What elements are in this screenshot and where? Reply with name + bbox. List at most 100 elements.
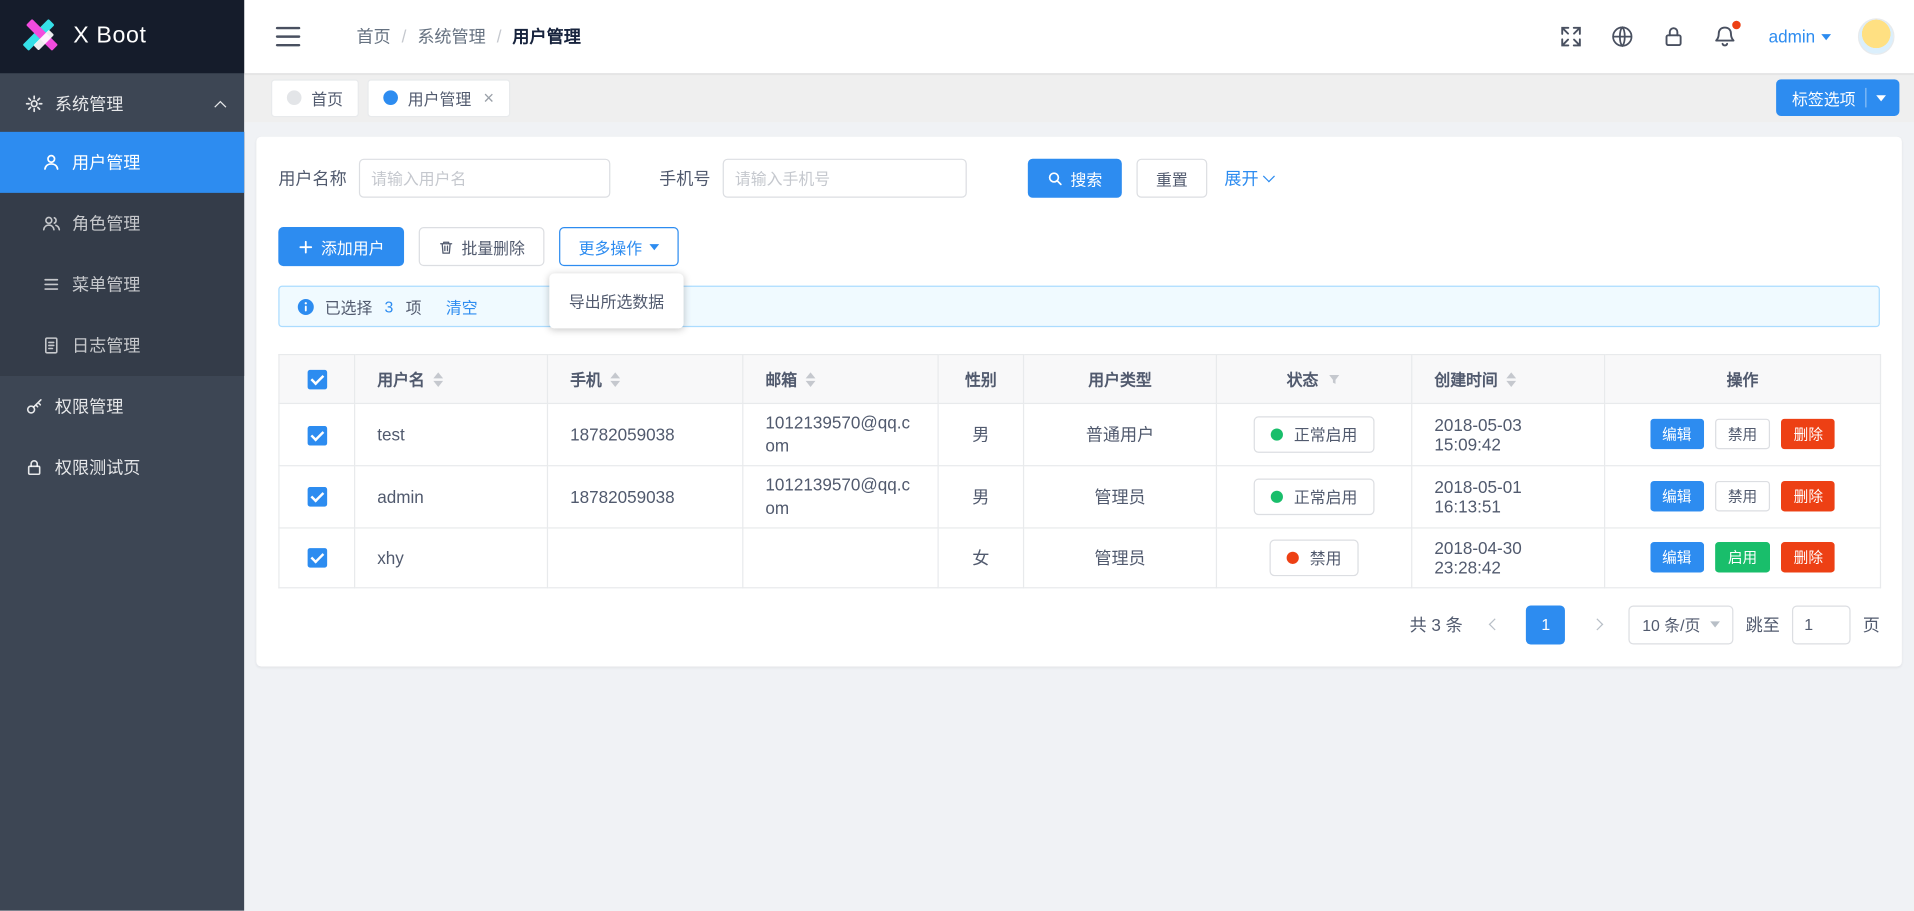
disable-button[interactable]: 禁用 <box>1716 481 1770 512</box>
tab-user-management[interactable]: 用户管理 × <box>367 79 510 117</box>
delete-button[interactable]: 删除 <box>1781 481 1835 512</box>
batch-delete-button[interactable]: 批量删除 <box>419 227 545 266</box>
expand-link-label: 展开 <box>1224 166 1258 190</box>
cell-email: 1012139570@qq.com <box>743 403 938 465</box>
delete-button[interactable]: 删除 <box>1781 542 1835 573</box>
more-actions-dropdown-wrap: 更多操作 导出所选数据 <box>559 227 679 266</box>
search-icon <box>1047 170 1063 186</box>
sidebar-group-system[interactable]: 系统管理 <box>0 76 244 132</box>
table-row: admin 18782059038 1012139570@qq.com 男 管理… <box>279 465 1881 527</box>
breadcrumb-separator: / <box>402 27 407 47</box>
tab-home[interactable]: 首页 <box>271 79 359 117</box>
chevron-down-icon <box>1710 621 1720 627</box>
lock-icon[interactable] <box>1661 24 1685 48</box>
reset-button[interactable]: 重置 <box>1136 159 1207 198</box>
breadcrumb-item-home[interactable]: 首页 <box>356 24 390 48</box>
cell-created: 2018-04-30 23:28:42 <box>1412 527 1605 587</box>
sidebar-item-roles[interactable]: 角色管理 <box>0 193 244 254</box>
more-actions-button[interactable]: 更多操作 <box>559 227 679 266</box>
chevron-right-icon <box>1591 618 1603 630</box>
cell-user-type: 管理员 <box>1024 465 1217 527</box>
lock-icon <box>24 458 44 478</box>
sort-icon[interactable] <box>806 372 816 387</box>
tag-options-button[interactable]: 标签选项 <box>1776 79 1899 116</box>
select-all-checkbox[interactable] <box>307 370 327 390</box>
cell-username: xhy <box>355 527 548 587</box>
sort-icon[interactable] <box>1506 372 1516 387</box>
avatar[interactable] <box>1858 18 1895 55</box>
enable-button[interactable]: 启用 <box>1716 542 1770 573</box>
status-label: 正常启用 <box>1294 485 1357 508</box>
key-icon <box>24 397 44 417</box>
chevron-up-icon <box>214 100 226 112</box>
sidebar-menu: 系统管理 用户管理 角色管理 <box>0 73 244 498</box>
page-button-1[interactable]: 1 <box>1526 605 1565 644</box>
sidebar-submenu: 用户管理 角色管理 菜单管理 <box>0 132 244 376</box>
phone-input[interactable] <box>723 159 967 198</box>
edit-button[interactable]: 编辑 <box>1650 542 1704 573</box>
status-badge: 正常启用 <box>1254 478 1375 515</box>
row-checkbox[interactable] <box>307 425 327 445</box>
prev-page-button[interactable] <box>1475 605 1514 644</box>
more-actions-label: 更多操作 <box>579 235 642 258</box>
users-table: 用户名 手机 邮箱 性别 用户类型 状态 创建时间 操作 test 18782 <box>278 354 1881 588</box>
tab-label: 首页 <box>311 86 343 109</box>
tab-dot <box>383 90 398 105</box>
chevron-down-icon <box>1821 34 1831 40</box>
add-user-button[interactable]: 添加用户 <box>278 227 404 266</box>
username-input[interactable] <box>359 159 610 198</box>
user-icon <box>42 153 62 173</box>
row-checkbox[interactable] <box>307 548 327 568</box>
app-name: X Boot <box>73 23 146 50</box>
search-button[interactable]: 搜索 <box>1028 159 1122 198</box>
sidebar-item-permission-test[interactable]: 权限测试页 <box>0 437 244 498</box>
selection-text-prefix: 已选择 <box>325 295 373 318</box>
filter-icon[interactable] <box>1327 372 1342 387</box>
sidebar-item-label: 角色管理 <box>72 211 140 235</box>
tag-options-label: 标签选项 <box>1792 86 1855 109</box>
edit-button[interactable]: 编辑 <box>1650 419 1704 450</box>
jump-input[interactable] <box>1792 605 1851 644</box>
page-size-select[interactable]: 10 条/页 <box>1629 605 1734 644</box>
bell-icon[interactable] <box>1712 24 1736 48</box>
search-form: 用户名称 手机号 搜索 重置 展开 <box>278 159 1880 198</box>
top-bar: 首页 / 系统管理 / 用户管理 admin <box>244 0 1914 73</box>
column-header-status: 状态 <box>1287 367 1319 390</box>
next-page-button[interactable] <box>1578 605 1617 644</box>
disable-button[interactable]: 禁用 <box>1716 419 1770 450</box>
sidebar: X Boot 系统管理 用户管理 <box>0 0 244 911</box>
cell-user-type: 普通用户 <box>1024 403 1217 465</box>
phone-label: 手机号 <box>659 166 710 190</box>
clear-selection-link[interactable]: 清空 <box>446 295 478 318</box>
edit-button[interactable]: 编辑 <box>1650 481 1704 512</box>
row-checkbox[interactable] <box>307 487 327 507</box>
sort-icon[interactable] <box>610 372 620 387</box>
chevron-down-icon <box>1876 95 1886 101</box>
status-dot <box>1287 551 1299 563</box>
sort-icon[interactable] <box>433 372 443 387</box>
app-root: X Boot 系统管理 用户管理 <box>0 0 1914 911</box>
sidebar-item-users[interactable]: 用户管理 <box>0 132 244 193</box>
user-menu[interactable]: admin <box>1769 27 1831 47</box>
sidebar-item-logs[interactable]: 日志管理 <box>0 315 244 376</box>
cell-gender: 女 <box>938 527 1023 587</box>
dropdown-item-export[interactable]: 导出所选数据 <box>549 280 683 323</box>
status-dot <box>1271 490 1283 502</box>
fullscreen-icon[interactable] <box>1559 24 1583 48</box>
expand-link[interactable]: 展开 <box>1224 166 1273 190</box>
close-icon[interactable]: × <box>483 89 494 107</box>
sidebar-item-menus[interactable]: 菜单管理 <box>0 254 244 315</box>
column-header-username: 用户名 <box>377 367 425 390</box>
tags-nav: 首页 用户管理 × 标签选项 <box>244 73 1914 122</box>
cell-created: 2018-05-01 16:13:51 <box>1412 465 1605 527</box>
globe-icon[interactable] <box>1610 24 1634 48</box>
cell-created: 2018-05-03 15:09:42 <box>1412 403 1605 465</box>
sidebar-collapse-button[interactable] <box>271 21 305 51</box>
breadcrumb-item-system[interactable]: 系统管理 <box>417 24 485 48</box>
cell-email <box>743 527 938 587</box>
sidebar-item-permissions[interactable]: 权限管理 <box>0 376 244 437</box>
table-row: test 18782059038 1012139570@qq.com 男 普通用… <box>279 403 1881 465</box>
sidebar-item-label: 权限管理 <box>55 394 123 418</box>
delete-button[interactable]: 删除 <box>1781 419 1835 450</box>
search-button-label: 搜索 <box>1071 167 1103 190</box>
